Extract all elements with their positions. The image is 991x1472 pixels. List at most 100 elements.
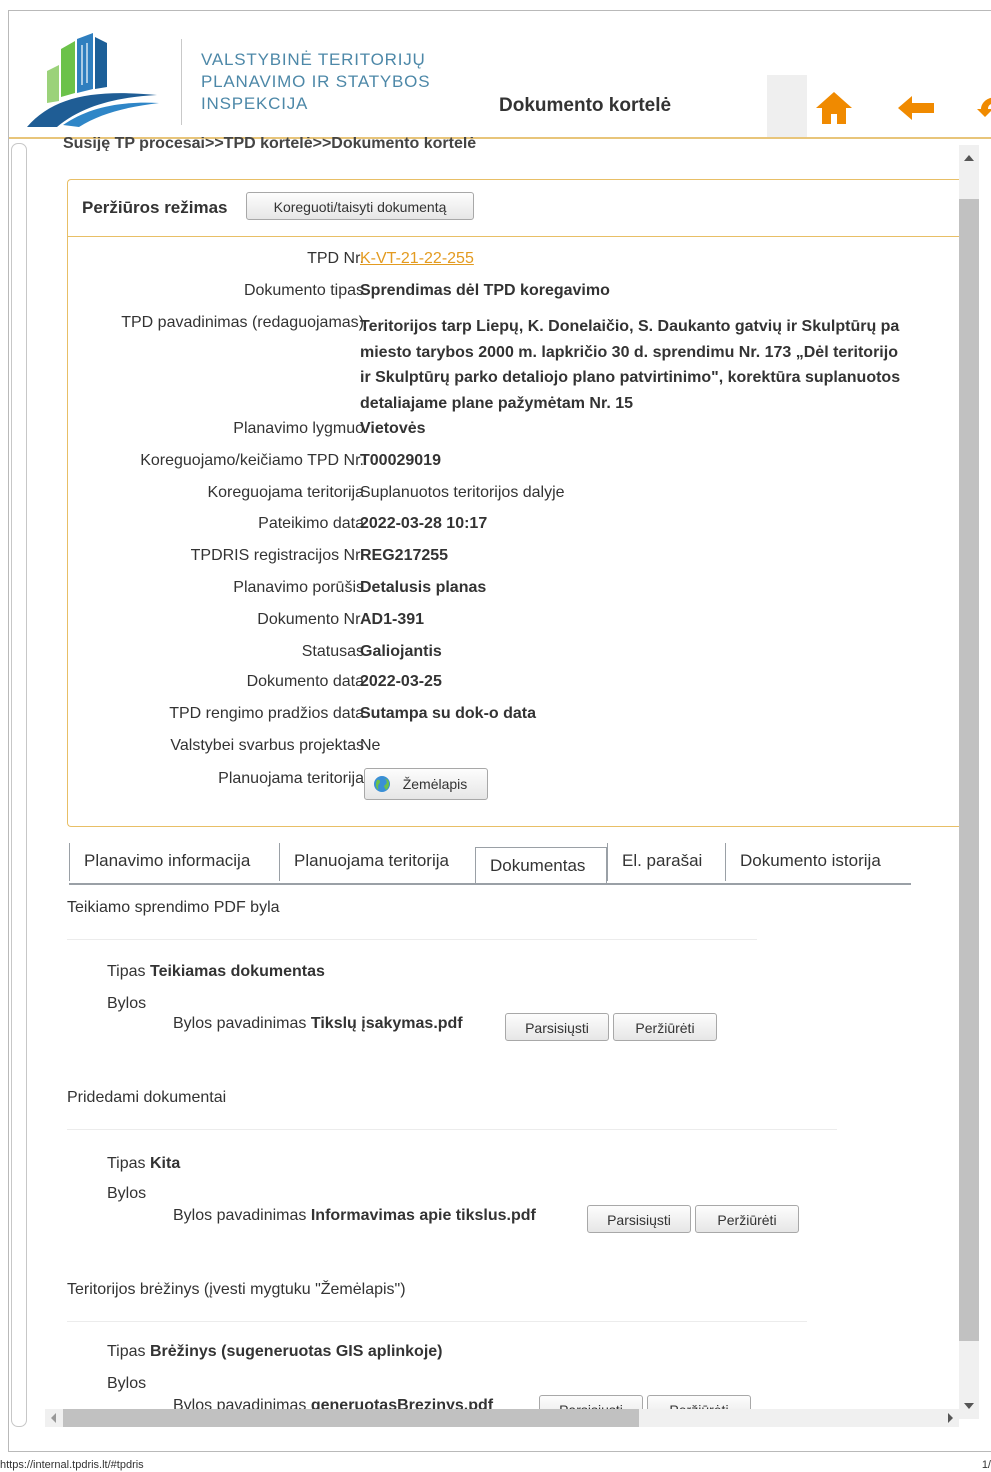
type-value: Kita bbox=[149, 1155, 181, 1172]
type-label: Tipas bbox=[107, 963, 146, 980]
edit-document-button[interactable]: Koreguoti/taisyti dokumentą bbox=[246, 192, 474, 220]
horizontal-scroll-thumb[interactable] bbox=[63, 1409, 639, 1427]
back-arrow-icon[interactable] bbox=[897, 95, 935, 121]
scroll-down-icon[interactable] bbox=[964, 1403, 974, 1409]
header-divider bbox=[181, 39, 182, 125]
field-value: Vietovės bbox=[360, 420, 426, 437]
view-button[interactable]: Peržiūrėti bbox=[613, 1013, 717, 1041]
field-value: 2022-03-25 bbox=[360, 673, 442, 690]
document-type-row: Tipas Kita bbox=[107, 1155, 180, 1173]
tab-document-history[interactable]: Dokumento istorija bbox=[725, 843, 911, 881]
section-divider bbox=[67, 939, 757, 940]
section-title: Pridedami dokumentai bbox=[67, 1089, 227, 1106]
field-label: Koreguojamo/keičiamo TPD Nr. bbox=[140, 452, 364, 469]
field-label: TPDRIS registracijos Nr. bbox=[190, 547, 364, 564]
file-name: Informavimas apie tikslus.pdf bbox=[310, 1207, 536, 1224]
field-corrected-area: Koreguojama teritorija Suplanuotos terit… bbox=[68, 484, 968, 508]
tab-bar: Planavimo informacija Planuojama teritor… bbox=[69, 837, 911, 885]
field-value: AD1-391 bbox=[360, 611, 425, 628]
scroll-left-icon[interactable] bbox=[51, 1413, 56, 1423]
view-button[interactable]: Peržiūrėti bbox=[695, 1205, 799, 1233]
tab-document[interactable]: Dokumentas bbox=[475, 847, 607, 883]
field-label: Statusas bbox=[301, 643, 364, 660]
section-divider bbox=[67, 1321, 807, 1322]
browser-status-bar: https://internal.tpdris.lt/#tpdris 1/ bbox=[0, 1456, 991, 1472]
org-line-2: PLANAVIMO IR STATYBOS bbox=[201, 72, 431, 91]
field-label: TPD rengimo pradžios data bbox=[169, 705, 364, 722]
field-label: Planavimo porūšis bbox=[233, 579, 364, 596]
tab-planning-info[interactable]: Planavimo informacija bbox=[69, 843, 279, 881]
file-name-row: Bylos pavadinimas Informavimas apie tiks… bbox=[173, 1207, 536, 1225]
field-label: Dokumento data bbox=[246, 673, 364, 690]
left-rail bbox=[11, 143, 27, 1427]
download-button[interactable]: Parsisiųsti bbox=[505, 1013, 609, 1041]
section-divider bbox=[67, 1129, 837, 1130]
field-doc-date: Dokumento data 2022-03-25 bbox=[68, 673, 968, 697]
organization-name: VALSTYBINĖ TERITORIJŲ PLANAVIMO IR STATY… bbox=[201, 49, 430, 115]
field-reg-nr: TPDRIS registracijos Nr. REG217255 bbox=[68, 547, 968, 571]
field-label: TPD Nr. bbox=[307, 250, 364, 267]
field-label: Planavimo lygmuo bbox=[233, 420, 364, 437]
field-value: 2022-03-28 10:17 bbox=[360, 515, 488, 532]
field-value: Suplanuotos teritorijos dalyje bbox=[360, 484, 565, 501]
field-territory: Planuojama teritorija Žemėlapis bbox=[68, 768, 968, 804]
tpd-name-line: ir Skulptūrų parko detaliojo plano patvi… bbox=[360, 369, 901, 386]
tab-signatures[interactable]: El. parašai bbox=[607, 843, 725, 881]
nav-highlight bbox=[767, 75, 807, 137]
type-label: Tipas bbox=[107, 1155, 146, 1172]
map-button[interactable]: Žemėlapis bbox=[364, 768, 488, 800]
status-page: 1/ bbox=[981, 1459, 991, 1471]
field-tpd-nr: TPD Nr. K-VT-21-22-255 bbox=[68, 250, 968, 274]
content-frame: Susiję TP procesai>>TPD kortelė>>Dokumen… bbox=[9, 137, 991, 1429]
field-label: Dokumento tipas bbox=[243, 282, 364, 299]
map-button-label: Žemėlapis bbox=[402, 776, 468, 792]
field-label: TPD pavadinimas (redaguojamas) bbox=[121, 314, 364, 331]
org-line-3: INSPEKCIJA bbox=[201, 94, 309, 113]
file-name: Tikslų įsakymas.pdf bbox=[310, 1015, 463, 1032]
home-icon[interactable] bbox=[815, 91, 853, 125]
field-label: Koreguojama teritorija bbox=[207, 484, 364, 501]
document-type-row: Tipas Brėžinys (sugeneruotas GIS aplinko… bbox=[107, 1343, 443, 1361]
file-name-row: Bylos pavadinimas Tikslų įsakymas.pdf bbox=[173, 1015, 463, 1033]
tpd-nr-link[interactable]: K-VT-21-22-255 bbox=[360, 250, 474, 268]
horizontal-scrollbar[interactable] bbox=[45, 1409, 959, 1427]
scroll-right-icon[interactable] bbox=[948, 1413, 953, 1423]
vertical-scrollbar[interactable] bbox=[959, 145, 979, 1419]
tpd-name-value: Teritorijos tarp Liepų, K. Donelaičio, S… bbox=[360, 314, 966, 416]
refresh-icon[interactable] bbox=[975, 91, 991, 125]
page-title: Dokumento kortelė bbox=[499, 95, 672, 116]
field-value: Ne bbox=[360, 737, 381, 754]
files-label: Bylos bbox=[107, 995, 147, 1012]
field-label: Pateikimo data bbox=[258, 515, 364, 532]
field-subtype: Planavimo porūšis Detalusis planas bbox=[68, 579, 968, 603]
file-name-label: Bylos pavadinimas bbox=[173, 1207, 307, 1224]
field-doc-nr: Dokumento Nr. AD1-391 bbox=[68, 611, 968, 635]
field-label: Planuojama teritorija bbox=[218, 770, 364, 787]
file-name-label: Bylos pavadinimas bbox=[173, 1015, 307, 1032]
tpd-name-line: Teritorijos tarp Liepų, K. Donelaičio, S… bbox=[360, 318, 900, 335]
vertical-scroll-thumb[interactable] bbox=[959, 199, 979, 1341]
site-header: VALSTYBINĖ TERITORIJŲ PLANAVIMO IR STATY… bbox=[9, 11, 991, 139]
field-submit-date: Pateikimo data 2022-03-28 10:17 bbox=[68, 515, 968, 539]
tab-planned-territory[interactable]: Planuojama teritorija bbox=[279, 843, 475, 881]
field-value: T00029019 bbox=[360, 452, 441, 469]
field-level: Planavimo lygmuo Vietovės bbox=[68, 420, 968, 444]
field-value: Sprendimas dėl TPD koregavimo bbox=[360, 282, 610, 299]
document-type-row: Tipas Teikiamas dokumentas bbox=[107, 963, 325, 981]
field-value: Detalusis planas bbox=[360, 579, 487, 596]
field-tpd-name: TPD pavadinimas (redaguojamas) Teritorij… bbox=[68, 314, 968, 418]
files-label: Bylos bbox=[107, 1185, 147, 1202]
download-button[interactable]: Parsisiųsti bbox=[587, 1205, 691, 1233]
field-status: Statusas Galiojantis bbox=[68, 643, 968, 667]
status-value: Galiojantis bbox=[360, 643, 442, 660]
scroll-up-icon[interactable] bbox=[964, 155, 974, 161]
field-state-project: Valstybei svarbus projektas Ne bbox=[68, 737, 968, 761]
type-value: Teikiamas dokumentas bbox=[149, 963, 325, 980]
globe-icon bbox=[374, 776, 390, 792]
breadcrumb[interactable]: Susiję TP procesai>>TPD kortelė>>Dokumen… bbox=[63, 137, 476, 151]
status-url: https://internal.tpdris.lt/#tpdris bbox=[0, 1459, 144, 1471]
browser-page: VALSTYBINĖ TERITORIJŲ PLANAVIMO IR STATY… bbox=[8, 10, 991, 1452]
view-mode-label: Peržiūros režimas bbox=[82, 198, 228, 217]
tpd-name-line: miesto tarybos 2000 m. lapkričio 30 d. s… bbox=[360, 343, 898, 361]
card-header: Peržiūros režimas Koreguoti/taisyti doku… bbox=[68, 180, 968, 237]
